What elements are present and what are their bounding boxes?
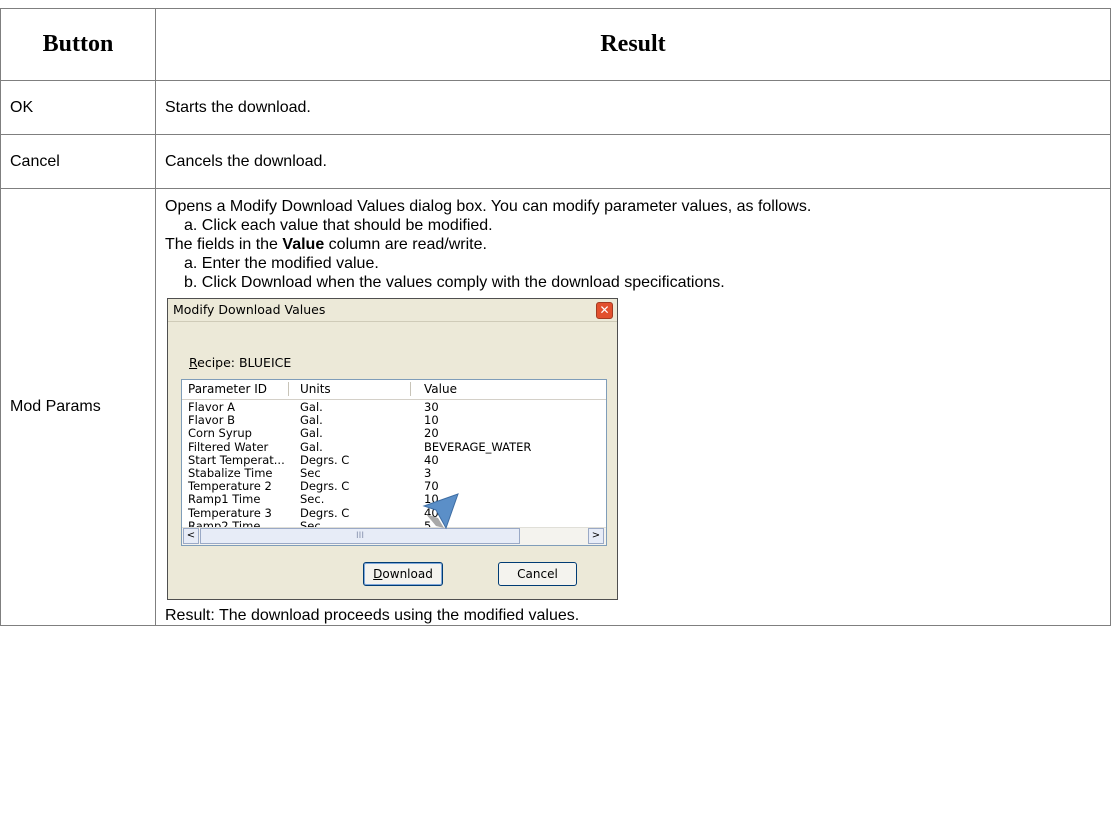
parameter-id-cell: Corn Syrup [188, 426, 252, 441]
cell-result-cancel: Cancels the download. [155, 134, 1111, 189]
list-item[interactable]: Corn Syrup Gal. 20 [182, 427, 606, 440]
horizontal-scrollbar[interactable]: < III > [182, 527, 606, 545]
parameter-id-cell: Filtered Water [188, 439, 269, 454]
recipe-label-text: ecipe: [197, 355, 235, 370]
list-item[interactable]: Start Temperat... Degrs. C 40 [182, 452, 606, 467]
cell-button-ok: OK [0, 80, 156, 135]
cancel-button[interactable]: Cancel [498, 562, 577, 586]
dialog-title: Modify Download Values [173, 302, 326, 317]
parameter-id-cell: Start Temperat... [188, 452, 285, 467]
value-cell[interactable]: 20 [424, 427, 439, 440]
result-note: Result: The download proceeds using the … [165, 607, 580, 624]
step-a2: a. Enter the modified value. [184, 255, 379, 272]
fields-note: The fields in the Value column are read/… [165, 235, 1101, 254]
list-item[interactable]: Temperature 3 Degrs. C 40 [182, 505, 606, 520]
list-item[interactable]: Filtered Water Gal. BEVERAGE_WATER [182, 439, 606, 454]
table-row: OK Starts the download. [0, 80, 1111, 135]
units-cell: Gal. [300, 426, 323, 441]
units-cell: Degrs. C [300, 505, 350, 520]
table-row: Mod Params Opens a Modify Download Value… [0, 188, 1111, 626]
cursor-arrow-icon [422, 493, 459, 530]
units-cell: Degrs. C [300, 452, 350, 467]
list-rows: Flavor A Gal. 30 Flavor B Gal. 10 Corn Syrup Ga… [182, 400, 606, 533]
list-header: Parameter ID Units Value [182, 380, 606, 400]
units-cell: Sec. [300, 492, 325, 507]
parameter-list-view[interactable]: Parameter ID Units Value Flavor A Gal. 30 F… [181, 379, 607, 546]
column-divider[interactable] [410, 382, 411, 396]
header-result: Result [155, 8, 1111, 81]
recipe-label: Recipe: BLUEICE [189, 355, 291, 370]
scroll-right-button[interactable]: > [588, 528, 604, 544]
parameter-id-cell: Ramp1 Time [188, 492, 261, 507]
fields-note-post: column are read/write. [324, 236, 487, 253]
column-header-value[interactable]: Value [424, 382, 457, 396]
recipe-value: BLUEICE [238, 355, 292, 370]
cell-button-mod-params: Mod Params [0, 188, 156, 626]
list-item[interactable]: Flavor A Gal. 30 [182, 400, 606, 414]
intro-text: Opens a Modify Download Values dialog bo… [165, 198, 812, 215]
column-header-units[interactable]: Units [300, 382, 331, 396]
header-button: Button [0, 8, 156, 81]
value-cell[interactable]: BEVERAGE_WATER [424, 440, 531, 454]
parameter-id-cell: Temperature 3 [188, 505, 272, 520]
table-row: Cancel Cancels the download. [0, 134, 1111, 189]
value-cell[interactable]: 40 [424, 453, 439, 467]
units-cell: Gal. [300, 439, 323, 454]
cell-result-ok: Starts the download. [155, 80, 1111, 135]
fields-note-bold: Value [282, 236, 325, 253]
header-row: Button Result [0, 8, 1111, 81]
dialog-titlebar: Modify Download Values ✕ [168, 299, 617, 322]
modify-download-values-dialog: Modify Download Values ✕ Recipe: BLUEICE… [167, 298, 618, 600]
fields-note-pre: The fields in the [165, 236, 283, 253]
column-header-parameter-id[interactable]: Parameter ID [188, 382, 267, 396]
step-a1: a. Click each value that should be modif… [184, 217, 493, 234]
list-item[interactable]: Ramp1 Time Sec. 10 [182, 493, 606, 506]
parameters-table: Button Result OK Starts the download. Ca… [0, 8, 1111, 626]
step-b: b. Click Download when the values comply… [184, 274, 725, 291]
scroll-thumb[interactable]: III [200, 528, 520, 544]
close-icon[interactable]: ✕ [596, 302, 613, 319]
download-button[interactable]: Download [363, 562, 443, 586]
cell-result-mod-params: Opens a Modify Download Values dialog bo… [155, 188, 1111, 626]
download-label: ownload [382, 567, 433, 581]
scroll-left-button[interactable]: < [183, 528, 199, 544]
recipe-mnemonic: R [189, 355, 198, 370]
column-divider[interactable] [288, 382, 289, 396]
cell-button-cancel: Cancel [0, 134, 156, 189]
